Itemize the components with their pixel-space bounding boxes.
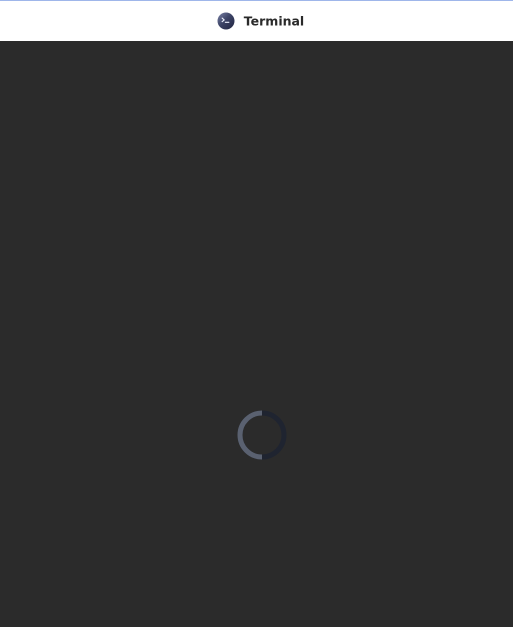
loading-spinner-icon — [237, 410, 287, 460]
window-title: Terminal — [243, 13, 305, 29]
title-group: Terminal — [217, 12, 304, 30]
terminal-window: Terminal — [0, 0, 513, 627]
terminal-icon — [217, 12, 235, 30]
terminal-content — [0, 41, 513, 627]
title-bar: Terminal — [0, 0, 513, 41]
